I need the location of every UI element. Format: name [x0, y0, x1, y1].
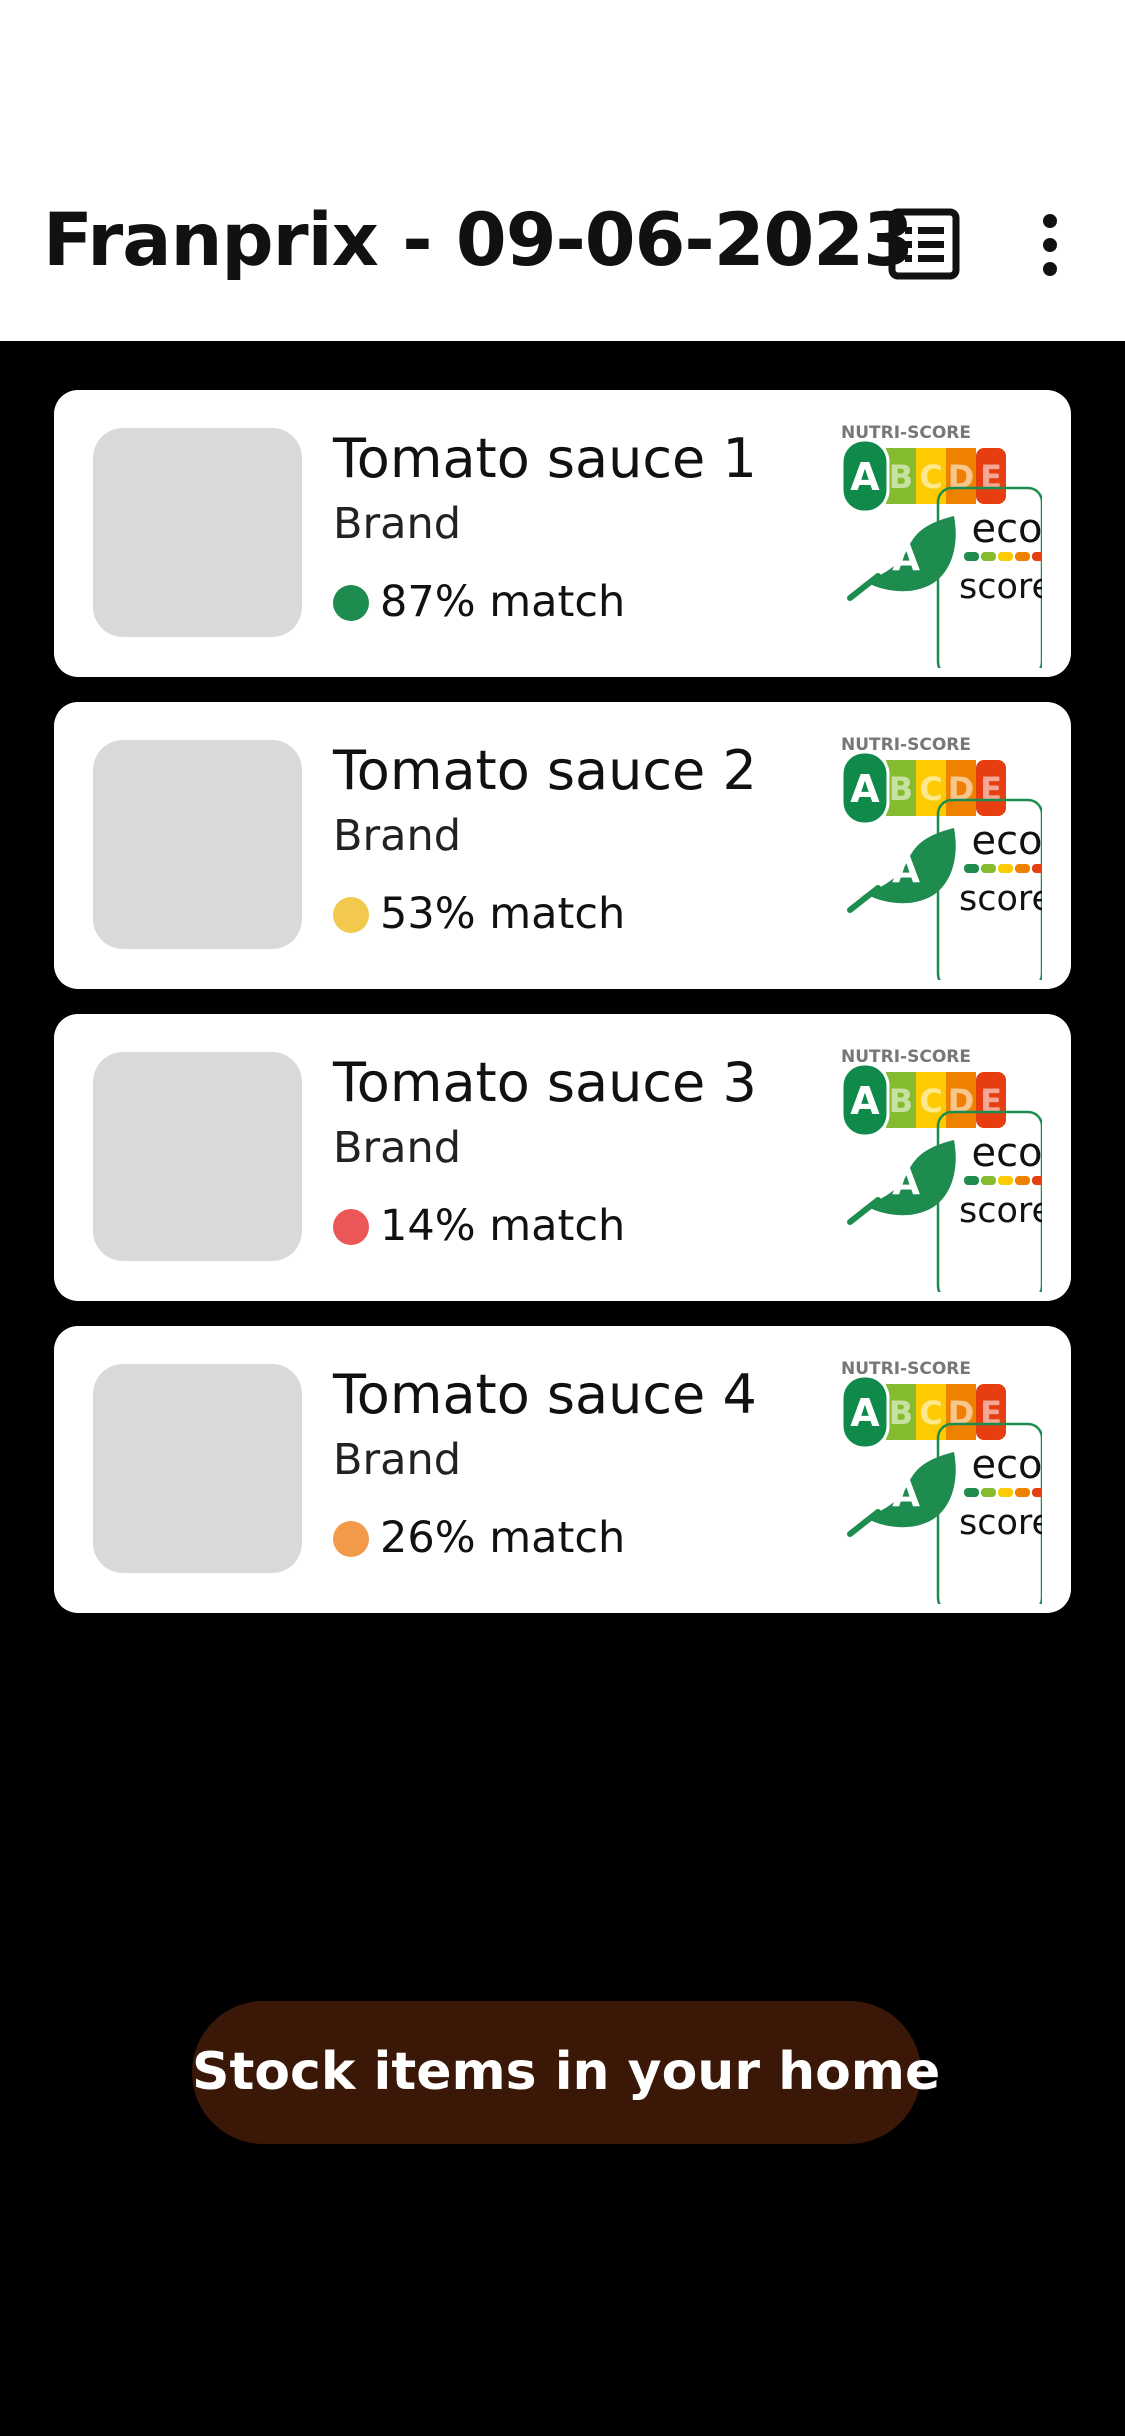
- product-name: Tomato sauce 2: [333, 739, 757, 802]
- nutri-grade-letter: C: [919, 1394, 942, 1432]
- score-badges: NUTRI-SCOREBCDEAAecoscore: [840, 1042, 1053, 1302]
- more-vertical-icon[interactable]: [1030, 208, 1070, 280]
- eco-scale-segment: [981, 1176, 996, 1185]
- eco-word: eco: [971, 1442, 1042, 1488]
- eco-grade-letter: A: [892, 1162, 920, 1203]
- match-percentage: 87% match: [380, 577, 626, 627]
- nutri-score-badge: NUTRI-SCOREB C D EA: [840, 1359, 1006, 1450]
- eco-word: score: [959, 1191, 1042, 1231]
- eco-scale-segment: [1015, 1176, 1030, 1185]
- match-percentage: 26% match: [380, 1513, 626, 1563]
- eco-scale-segment: [981, 864, 996, 873]
- stock-items-button[interactable]: Stock items in your home: [192, 2001, 940, 2144]
- product-card[interactable]: Tomato sauce 4 Brand 26% match NUTRI-SCO…: [54, 1326, 1071, 1614]
- eco-word: eco: [971, 1130, 1042, 1176]
- product-brand: Brand: [333, 499, 462, 549]
- eco-scale-segment: [981, 552, 996, 561]
- product-brand: Brand: [333, 811, 462, 861]
- nutri-grade-letter: A: [850, 455, 880, 499]
- nutri-grade-letter: D: [948, 770, 975, 808]
- eco-scale-segment: [1015, 864, 1030, 873]
- match-indicator: [333, 1209, 369, 1245]
- score-badges: NUTRI-SCOREBCDEAAecoscore: [840, 730, 1053, 990]
- list-icon[interactable]: [888, 208, 960, 280]
- nutri-grade-letter: A: [850, 1391, 880, 1435]
- nutri-grade-letter: D: [948, 458, 975, 496]
- eco-scale-segment: [998, 1488, 1013, 1497]
- eco-word: score: [959, 567, 1042, 607]
- match-percentage: 53% match: [380, 889, 626, 939]
- eco-scale-segment: [964, 1176, 979, 1185]
- eco-word: eco: [971, 818, 1042, 864]
- nutri-grade-letter: B: [889, 1082, 913, 1120]
- nutri-score-badge: NUTRI-SCOREB C D EA: [840, 735, 1006, 826]
- eco-score-badge: Aeco score: [847, 1422, 1053, 1614]
- match-indicator: [333, 897, 369, 933]
- match-indicator: [333, 1521, 369, 1557]
- eco-scale-segment: [964, 864, 979, 873]
- nutri-grade-letter: C: [919, 458, 942, 496]
- nutri-grade-letter: B: [889, 458, 913, 496]
- eco-word: eco: [971, 506, 1042, 552]
- eco-score-badge: Aeco score: [847, 798, 1053, 990]
- match-indicator: [333, 585, 369, 621]
- eco-scale-segment: [998, 552, 1013, 561]
- nutri-grade-letter: D: [948, 1082, 975, 1120]
- product-card[interactable]: Tomato sauce 2 Brand 53% match NUTRI-SCO…: [54, 702, 1071, 990]
- product-image: [93, 1052, 302, 1261]
- eco-scale-segment: [1032, 1176, 1047, 1185]
- product-image: [93, 740, 302, 949]
- product-name: Tomato sauce 1: [333, 427, 757, 490]
- eco-scale-segment: [1032, 1488, 1047, 1497]
- product-name: Tomato sauce 4: [333, 1363, 757, 1426]
- product-card[interactable]: Tomato sauce 3 Brand 14% match NUTRI-SCO…: [54, 1014, 1071, 1302]
- product-name: Tomato sauce 3: [333, 1051, 757, 1114]
- eco-scale-segment: [1015, 552, 1030, 561]
- eco-grade-letter: A: [892, 538, 920, 579]
- nutri-score-badge: NUTRI-SCOREB C D EA: [840, 1047, 1006, 1138]
- eco-word: score: [959, 879, 1042, 919]
- nutri-grade-letter: A: [850, 767, 880, 811]
- eco-grade-letter: A: [892, 1474, 920, 1515]
- eco-word: score: [959, 1503, 1042, 1543]
- page-title: Franprix - 09-06-2023: [43, 198, 914, 283]
- match-percentage: 14% match: [380, 1201, 626, 1251]
- nutri-grade-letter: E: [980, 1082, 1002, 1120]
- score-badges: NUTRI-SCOREBCDEAAecoscore: [840, 1354, 1053, 1614]
- score-badges: NUTRI-SCOREBCDEAAecoscore: [840, 418, 1053, 678]
- product-card[interactable]: Tomato sauce 1 Brand 87% match NUTRI-SCO…: [54, 390, 1071, 678]
- eco-score-badge: Aeco score: [847, 1110, 1053, 1302]
- nutri-grade-letter: E: [980, 458, 1002, 496]
- eco-scale-segment: [1015, 1488, 1030, 1497]
- nutri-score-badge: NUTRI-SCOREB C D EA: [840, 423, 1006, 514]
- product-image: [93, 1364, 302, 1573]
- eco-score-badge: Aeco score: [847, 486, 1053, 678]
- nutri-grade-letter: A: [850, 1079, 880, 1123]
- eco-scale-segment: [964, 1488, 979, 1497]
- eco-scale-segment: [1032, 552, 1047, 561]
- nutri-grade-letter: E: [980, 770, 1002, 808]
- nutri-grade-letter: E: [980, 1394, 1002, 1432]
- eco-scale-segment: [964, 552, 979, 561]
- eco-scale-segment: [998, 1176, 1013, 1185]
- product-image: [93, 428, 302, 637]
- nutri-grade-letter: B: [889, 1394, 913, 1432]
- nutri-grade-letter: B: [889, 770, 913, 808]
- nutri-grade-letter: C: [919, 770, 942, 808]
- product-brand: Brand: [333, 1123, 462, 1173]
- nutri-grade-letter: C: [919, 1082, 942, 1120]
- product-brand: Brand: [333, 1435, 462, 1485]
- eco-scale-segment: [981, 1488, 996, 1497]
- nutri-grade-letter: D: [948, 1394, 975, 1432]
- eco-grade-letter: A: [892, 850, 920, 891]
- eco-scale-segment: [1032, 864, 1047, 873]
- app-header: Franprix - 09-06-2023: [0, 0, 1125, 341]
- eco-scale-segment: [998, 864, 1013, 873]
